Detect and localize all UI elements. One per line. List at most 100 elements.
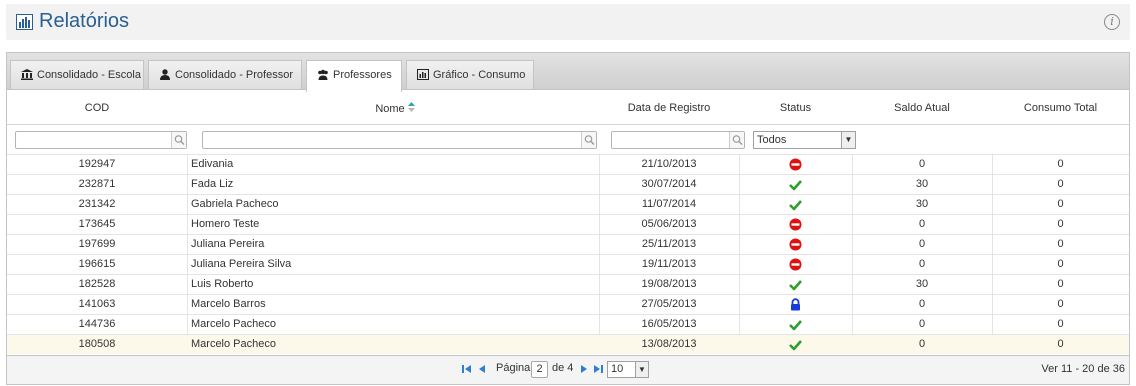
consumo-cell: 0 xyxy=(1057,318,1064,330)
consumo-cell: 0 xyxy=(1057,338,1064,350)
column-header-nome[interactable]: Nome xyxy=(191,102,599,115)
status-filter-select[interactable]: Todos ▼ xyxy=(753,131,856,149)
table-row[interactable]: 197699 Juliana Pereira 25/11/2013 0 0 xyxy=(7,234,1129,254)
column-header-consumo[interactable]: Consumo Total xyxy=(992,102,1129,114)
search-icon[interactable] xyxy=(171,132,186,148)
cod-cell: 232871 xyxy=(78,178,116,190)
users-icon xyxy=(318,69,328,80)
column-header-status[interactable]: Status xyxy=(739,102,852,114)
consumo-cell: 0 xyxy=(1057,298,1064,310)
next-page-icon[interactable] xyxy=(579,364,589,374)
bar-chart-icon xyxy=(417,69,429,80)
page-label: Página xyxy=(496,362,531,374)
status-cell xyxy=(739,158,852,172)
saldo-cell: 0 xyxy=(918,158,926,170)
nome-cell: Homero Teste xyxy=(191,218,260,230)
column-header-label: Nome xyxy=(375,103,405,115)
column-header-data[interactable]: Data de Registro xyxy=(599,102,739,114)
tab-label: Consolidado - Escola xyxy=(37,69,141,81)
consumo-cell: 0 xyxy=(1057,158,1064,170)
data-filter-input[interactable] xyxy=(612,132,729,148)
table-row[interactable]: 232871 Fada Liz 30/07/2014 30 0 xyxy=(7,174,1129,194)
check-icon xyxy=(789,180,802,191)
info-icon[interactable]: i xyxy=(1104,14,1120,30)
table-row[interactable]: 196615 Juliana Pereira Silva 19/11/2013 0 0 xyxy=(7,254,1129,274)
saldo-cell: 30 xyxy=(915,278,929,290)
cod-cell: 197699 xyxy=(78,238,116,250)
prev-page-icon[interactable] xyxy=(477,364,487,374)
search-icon[interactable] xyxy=(729,132,744,148)
consumo-cell: 0 xyxy=(1057,238,1064,250)
nome-cell: Juliana Pereira xyxy=(191,238,265,250)
check-icon xyxy=(789,320,802,331)
cod-filter xyxy=(15,131,187,149)
data-cell: 25/11/2013 xyxy=(641,238,697,250)
cod-cell: 144736 xyxy=(78,318,116,330)
data-cell: 13/08/2013 xyxy=(641,338,697,350)
sort-ascending-icon xyxy=(407,102,415,112)
column-header-cod[interactable]: COD xyxy=(7,102,187,114)
tab-label: Gráfico - Consumo xyxy=(433,69,526,81)
cod-cell: 182528 xyxy=(78,278,116,290)
page-total-label: de 4 xyxy=(552,362,574,374)
records-summary: Ver 11 - 20 de 36 xyxy=(1041,363,1125,375)
blocked-icon xyxy=(789,238,802,251)
saldo-cell: 30 xyxy=(915,198,929,210)
table-row[interactable]: 180508 Marcelo Pacheco 13/08/2013 0 0 xyxy=(7,334,1129,354)
saldo-cell: 0 xyxy=(918,258,926,270)
cod-cell: 192947 xyxy=(78,158,116,170)
table-row[interactable]: 182528 Luis Roberto 19/08/2013 30 0 xyxy=(7,274,1129,294)
table-body: 192947 Edivania 21/10/2013 0 0 232871 Fada Liz… xyxy=(7,154,1129,354)
status-cell xyxy=(739,218,852,232)
data-cell: 05/06/2013 xyxy=(641,218,697,230)
table-row[interactable]: 192947 Edivania 21/10/2013 0 0 xyxy=(7,154,1129,174)
data-cell: 19/08/2013 xyxy=(641,278,697,290)
nome-filter xyxy=(202,131,597,149)
first-page-icon[interactable] xyxy=(462,364,472,374)
status-cell xyxy=(739,318,852,332)
saldo-cell: 0 xyxy=(918,238,926,250)
tab-consolidado-escola[interactable]: Consolidado - Escola xyxy=(10,60,144,91)
chevron-down-icon: ▼ xyxy=(635,362,648,377)
last-page-icon[interactable] xyxy=(593,364,603,374)
status-cell xyxy=(739,258,852,272)
page-input[interactable]: 2 xyxy=(531,361,548,378)
table-row[interactable]: 144736 Marcelo Pacheco 16/05/2013 0 0 xyxy=(7,314,1129,334)
lock-icon xyxy=(791,298,800,311)
status-cell xyxy=(739,278,852,292)
nome-filter-input[interactable] xyxy=(203,132,581,148)
page-title: Relatórios xyxy=(39,10,130,32)
tab-grafico-consumo[interactable]: Gráfico - Consumo xyxy=(406,60,534,91)
blocked-icon xyxy=(789,158,802,171)
chevron-down-icon: ▼ xyxy=(841,132,855,148)
search-icon[interactable] xyxy=(581,132,596,148)
nome-cell: Luis Roberto xyxy=(191,278,254,290)
page-size-select[interactable]: 10 ▼ xyxy=(607,361,649,378)
cod-cell: 231342 xyxy=(78,198,116,210)
nome-cell: Fada Liz xyxy=(191,178,234,190)
tab-consolidado-professor[interactable]: Consolidado - Professor xyxy=(148,60,302,91)
tab-label: Consolidado - Professor xyxy=(175,69,294,81)
saldo-cell: 0 xyxy=(918,218,926,230)
table-row[interactable]: 173645 Homero Teste 05/06/2013 0 0 xyxy=(7,214,1129,234)
table-row[interactable]: 141063 Marcelo Barros 27/05/2013 0 0 xyxy=(7,294,1129,314)
status-cell xyxy=(739,198,852,212)
cod-cell: 173645 xyxy=(78,218,116,230)
cod-filter-input[interactable] xyxy=(16,132,171,148)
column-header-saldo[interactable]: Saldo Atual xyxy=(852,102,992,114)
cod-cell: 196615 xyxy=(78,258,116,270)
data-cell: 16/05/2013 xyxy=(641,318,697,330)
cod-cell: 141063 xyxy=(78,298,116,310)
grid-panel: COD Nome Data de Registro Status Saldo A… xyxy=(6,89,1130,385)
status-filter-value: Todos xyxy=(757,134,787,146)
check-icon xyxy=(789,200,802,211)
consumo-cell: 0 xyxy=(1057,218,1064,230)
data-cell: 30/07/2014 xyxy=(641,178,697,190)
saldo-cell: 0 xyxy=(918,318,926,330)
tab-professores[interactable]: Professores xyxy=(306,60,402,92)
page-size-value: 10 xyxy=(611,363,624,375)
consumo-cell: 0 xyxy=(1057,258,1064,270)
table-row[interactable]: 231342 Gabriela Pacheco 11/07/2014 30 0 xyxy=(7,194,1129,214)
blocked-icon xyxy=(789,218,802,231)
bar-chart-icon xyxy=(16,14,33,30)
